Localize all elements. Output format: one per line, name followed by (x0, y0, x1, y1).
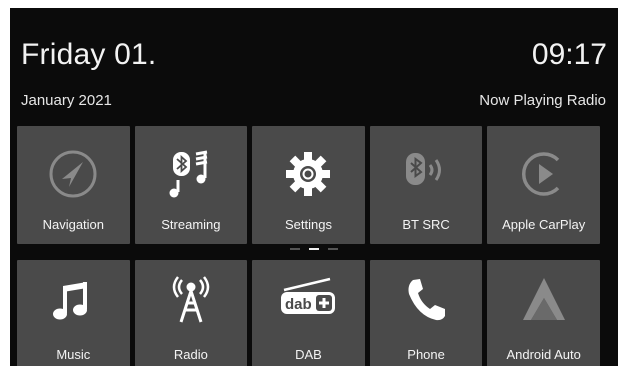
page-dot[interactable] (290, 248, 300, 250)
tile-label: Radio (173, 347, 208, 362)
page-dot[interactable] (328, 248, 338, 250)
tile-radio[interactable]: Radio (134, 260, 248, 366)
bluetooth-speaker-icon (400, 148, 452, 200)
tile-label: Apple CarPlay (502, 217, 586, 232)
phone-icon (400, 274, 452, 326)
gear-icon (282, 148, 334, 200)
tile-dab[interactable]: dab DAB (252, 260, 365, 366)
tile-label: BT SRC (402, 217, 450, 232)
dab-icon: dab (278, 274, 338, 326)
music-note-icon (47, 274, 99, 326)
bluetooth-music-icon (165, 148, 217, 200)
page-dot-active[interactable] (309, 248, 319, 250)
tile-label: Phone (407, 347, 445, 362)
tile-label: Navigation (42, 217, 105, 232)
date-label: January 2021 (21, 92, 112, 109)
carplay-icon (518, 148, 570, 200)
android-auto-icon (518, 274, 570, 326)
tile-android-auto[interactable]: Android Auto (487, 260, 600, 366)
tile-bt-src[interactable]: BT SRC (369, 126, 483, 244)
day-label: Friday 01. (21, 38, 157, 71)
tile-label: Settings (284, 217, 332, 232)
tile-navigation[interactable]: Navigation (17, 126, 130, 244)
app-row-1: Navigation Streaming Settings BT SRC App… (17, 126, 600, 244)
tile-settings[interactable]: Settings (252, 126, 365, 244)
clock-time: 09:17 (531, 38, 607, 71)
svg-text:dab: dab (285, 296, 312, 313)
app-row-2: Music Radio dab DAB Phone Android Auto (17, 260, 600, 366)
head-unit-screen: Friday 01. 09:17 January 2021 Now Playin… (10, 8, 618, 366)
tile-phone[interactable]: Phone (369, 260, 483, 366)
tile-label: DAB (295, 347, 322, 362)
navigation-icon (47, 148, 99, 200)
tile-label: Android Auto (506, 347, 581, 362)
tile-apple-carplay[interactable]: Apple CarPlay (487, 126, 600, 244)
radio-tower-icon (165, 274, 217, 326)
now-playing-label[interactable]: Now Playing Radio (479, 92, 606, 109)
tile-label: Music (56, 347, 91, 362)
tile-music[interactable]: Music (17, 260, 130, 366)
page-indicator[interactable] (10, 245, 618, 253)
tile-streaming[interactable]: Streaming (134, 126, 248, 244)
tile-label: Streaming (161, 217, 221, 232)
